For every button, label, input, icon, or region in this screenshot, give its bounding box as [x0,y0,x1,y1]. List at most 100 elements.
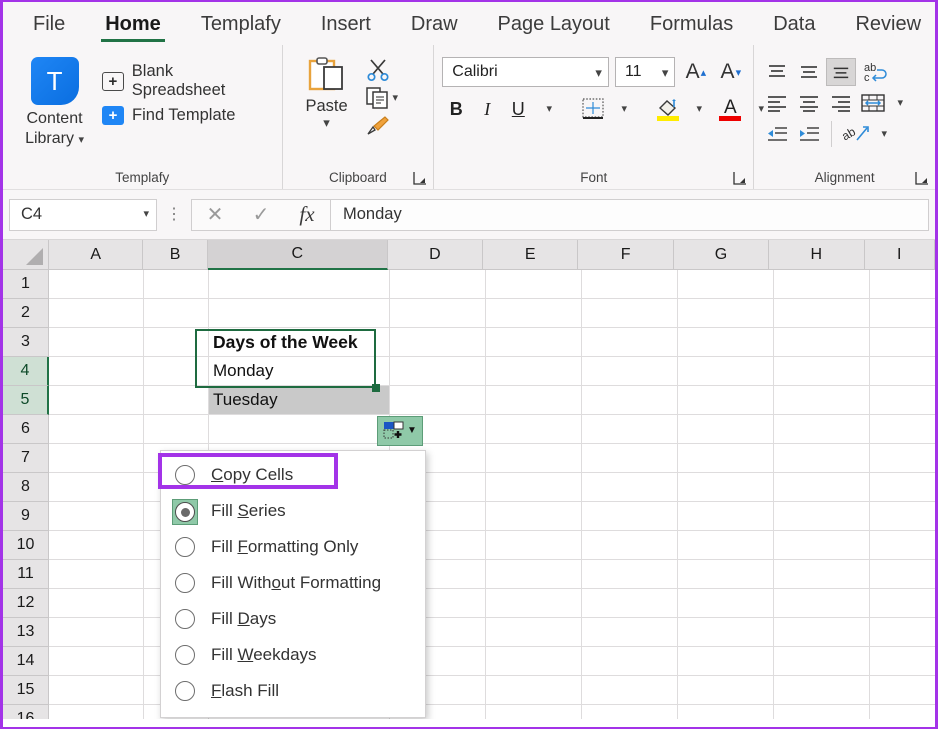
cell-d3[interactable] [390,328,486,357]
chevron-down-icon[interactable]: ▾ [323,116,330,129]
cell-f12[interactable] [582,589,678,618]
font-name-combo[interactable]: Calibri ▾ [442,57,609,87]
blank-spreadsheet-button[interactable]: + Blank Spreadsheet [98,59,274,103]
cell-c2[interactable] [209,299,390,328]
align-center-button[interactable] [794,89,824,117]
cell-a16[interactable] [49,705,144,719]
cell-g6[interactable] [678,415,774,444]
cell-g14[interactable] [678,647,774,676]
cell-g12[interactable] [678,589,774,618]
chevron-down-icon[interactable]: ▾ [393,92,399,104]
cell-h5[interactable] [774,386,870,415]
formula-bar-more-button[interactable]: ⋮ [157,206,191,223]
cell-f6[interactable] [582,415,678,444]
cell-g11[interactable] [678,560,774,589]
column-header-a[interactable]: A [49,240,144,270]
row-header-13[interactable]: 13 [3,618,49,647]
cell-e9[interactable] [486,502,582,531]
cell-a7[interactable] [49,444,144,473]
column-header-i[interactable]: I [864,240,935,270]
copy-button[interactable]: ▾ [363,85,401,111]
cell-e12[interactable] [486,589,582,618]
cell-e8[interactable] [486,473,582,502]
align-right-button[interactable] [826,89,856,117]
row-header-12[interactable]: 12 [3,589,49,618]
check-icon[interactable]: ✓ [238,200,284,230]
row-header-5[interactable]: 5 [3,386,49,415]
clipboard-dialog-launcher[interactable] [413,171,427,185]
cell-c4[interactable]: Monday [209,357,390,386]
column-header-c[interactable]: C [207,240,388,270]
radio-icon[interactable] [175,573,195,593]
cell-b3[interactable] [144,328,209,357]
alignment-dialog-launcher[interactable] [915,171,929,185]
row-header-16[interactable]: 16 [3,705,49,719]
autofill-options-button[interactable]: ▼ [377,416,423,446]
fill-color-button[interactable] [654,94,682,124]
align-bottom-button[interactable] [826,58,857,86]
fill-handle[interactable] [372,384,380,392]
cell-h7[interactable] [774,444,870,473]
radio-icon[interactable] [175,537,195,557]
merge-and-center-button[interactable] [858,89,888,117]
cell-h2[interactable] [774,299,870,328]
menu-item-fill-without-formatting[interactable]: Fill Without Formatting [161,565,425,601]
cell-g2[interactable] [678,299,774,328]
cell-i5[interactable] [870,386,935,415]
radio-icon[interactable] [175,465,195,485]
row-header-11[interactable]: 11 [3,560,49,589]
cell-h10[interactable] [774,531,870,560]
cell-h12[interactable] [774,589,870,618]
borders-dropdown[interactable]: ▾ [610,94,638,124]
cell-f1[interactable] [582,270,678,299]
cell-a15[interactable] [49,676,144,705]
cell-a9[interactable] [49,502,144,531]
row-header-9[interactable]: 9 [3,502,49,531]
cell-e10[interactable] [486,531,582,560]
cell-a13[interactable] [49,618,144,647]
cell-e5[interactable] [486,386,582,415]
merge-dropdown[interactable]: ▾ [890,89,910,117]
cell-g13[interactable] [678,618,774,647]
cell-i3[interactable] [870,328,935,357]
cell-i10[interactable] [870,531,935,560]
cell-c5[interactable]: Tuesday [209,386,390,415]
cell-h9[interactable] [774,502,870,531]
cell-a4[interactable] [49,357,144,386]
cell-a10[interactable] [49,531,144,560]
cell-g16[interactable] [678,705,774,719]
cell-a11[interactable] [49,560,144,589]
radio-icon[interactable] [175,502,195,522]
cell-f10[interactable] [582,531,678,560]
tab-templafy[interactable]: Templafy [181,13,301,45]
cell-f3[interactable] [582,328,678,357]
decrease-indent-button[interactable] [762,120,792,148]
cell-c6[interactable] [209,415,390,444]
cell-d4[interactable] [390,357,486,386]
cell-a14[interactable] [49,647,144,676]
cell-i6[interactable] [870,415,935,444]
cell-g5[interactable] [678,386,774,415]
cell-a5[interactable] [49,386,144,415]
cell-d1[interactable] [390,270,486,299]
column-header-g[interactable]: G [673,240,770,270]
align-left-button[interactable] [762,89,792,117]
row-header-8[interactable]: 8 [3,473,49,502]
cell-f15[interactable] [582,676,678,705]
cell-a8[interactable] [49,473,144,502]
paste-button[interactable]: Paste ▾ [291,55,363,129]
cell-h3[interactable] [774,328,870,357]
row-header-14[interactable]: 14 [3,647,49,676]
tab-insert[interactable]: Insert [301,13,391,45]
cell-b2[interactable] [144,299,209,328]
cell-a2[interactable] [49,299,144,328]
increase-font-size-button[interactable]: A ▴ [681,57,710,87]
radio-icon[interactable] [175,681,195,701]
tab-draw[interactable]: Draw [391,13,478,45]
cell-e2[interactable] [486,299,582,328]
cell-h1[interactable] [774,270,870,299]
cell-h14[interactable] [774,647,870,676]
cell-e13[interactable] [486,618,582,647]
cell-a12[interactable] [49,589,144,618]
cell-c3[interactable]: Days of the Week [209,328,390,357]
